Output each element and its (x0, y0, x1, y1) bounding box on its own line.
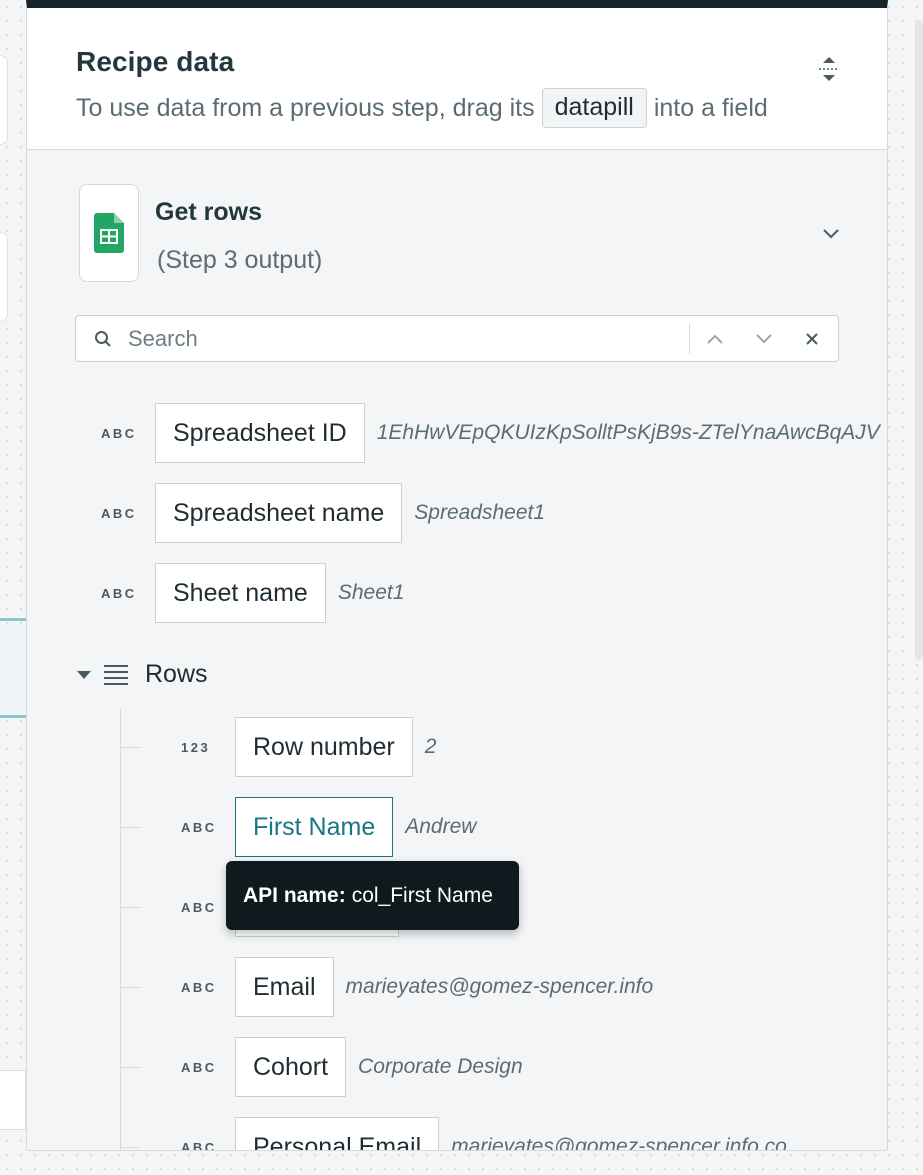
close-icon[interactable] (790, 316, 834, 361)
datapill-search (75, 315, 839, 362)
sample-value: Andrew (405, 815, 477, 838)
datapill-row: ABC Email marieyates@gomez-spencer.info (181, 957, 653, 1017)
datapill-sheet-name[interactable]: Sheet name (155, 563, 326, 623)
sample-value: 1EhHwVEpQKUIzKpSolltPsKjB9s-ZTelYnaAwcBq… (376, 421, 880, 444)
list-icon (103, 663, 129, 685)
type-label: ABC (181, 979, 217, 995)
panel-header: Recipe data To use data from a previous … (27, 8, 887, 150)
datapill-row: ABC First Name Andrew (181, 797, 476, 857)
canvas-scrollbar[interactable] (915, 20, 923, 660)
step-output-header[interactable]: Get rows (Step 3 output) (79, 184, 841, 284)
type-label: ABC (101, 585, 137, 601)
datapill-row: ABC Spreadsheet name Spreadsheet1 (101, 483, 545, 543)
sample-value: 2 (424, 735, 437, 758)
tree-guide-line (120, 708, 121, 1150)
datapill-spreadsheet-name[interactable]: Spreadsheet name (155, 483, 403, 543)
datapill-row-number[interactable]: Row number (235, 717, 413, 777)
tree-guide-tick (120, 1147, 140, 1148)
datapill-personal-email[interactable]: Personal Email (235, 1117, 440, 1150)
datapill-row: ABC Spreadsheet ID 1EhHwVEpQKUIzKpSolltP… (101, 403, 880, 463)
datapill-row: ABC Sheet name Sheet1 (101, 563, 404, 623)
rows-group-label: Rows (145, 659, 208, 688)
tooltip-key: API name: (243, 883, 346, 907)
datapill-row: ABC Cohort Corporate Design (181, 1037, 523, 1097)
chevron-down-icon[interactable] (742, 316, 786, 361)
sample-value: marieyates@gomez-spencer.info (345, 975, 654, 998)
sample-value: marieyates@gomez-spencer.info.co (451, 1135, 787, 1151)
datapill-row: ABC Personal Email marieyates@gomez-spen… (181, 1117, 787, 1151)
step-subtitle: (Step 3 output) (157, 246, 323, 274)
chevron-down-icon[interactable] (821, 226, 841, 240)
api-name-tooltip: API name: col_First Name (226, 861, 519, 930)
subtitle-text: To use data from a previous step, drag i… (76, 93, 535, 122)
datapill-cohort[interactable]: Cohort (235, 1037, 347, 1097)
tree-guide-tick (120, 987, 140, 988)
datapill-email[interactable]: Email (235, 957, 334, 1017)
tree-guide-tick (120, 1067, 140, 1068)
type-label: ABC (181, 1139, 217, 1151)
sample-value: Spreadsheet1 (414, 501, 546, 524)
canvas-node-fragment (0, 232, 8, 322)
type-label: ABC (181, 1059, 217, 1075)
subtitle-text: into a field (653, 93, 768, 122)
collapse-expand-icon[interactable] (817, 54, 841, 84)
chevron-up-icon[interactable] (693, 316, 737, 361)
canvas-node-fragment (0, 625, 26, 717)
step-title: Get rows (155, 198, 262, 226)
datapill-row: 123 Row number 2 (181, 717, 436, 777)
sample-value: Sheet1 (337, 581, 405, 604)
type-label: 123 (181, 739, 211, 755)
search-icon (94, 330, 112, 348)
tooltip-value: col_First Name (351, 883, 493, 907)
type-label: ABC (181, 819, 217, 835)
canvas-connector (0, 618, 26, 621)
search-input[interactable] (128, 316, 688, 361)
type-label: ABC (101, 425, 137, 441)
rows-group-header[interactable]: Rows (75, 648, 208, 700)
datapill-first-name[interactable]: First Name (235, 797, 394, 857)
recipe-data-panel: Recipe data To use data from a previous … (26, 0, 888, 1151)
datapill-chip: datapill (541, 88, 647, 128)
sample-value: Corporate Design (358, 1055, 523, 1078)
panel-title: Recipe data (76, 46, 235, 77)
tree-guide-tick (120, 747, 140, 748)
caret-down-icon[interactable] (75, 668, 93, 680)
panel-subtitle: To use data from a previous step, drag i… (76, 88, 887, 128)
tree-guide-tick (120, 827, 140, 828)
canvas-node-fragment (0, 1070, 26, 1130)
datapill-spreadsheet-id[interactable]: Spreadsheet ID (155, 403, 365, 463)
tree-guide-tick (120, 907, 140, 908)
type-label: ABC (101, 505, 137, 521)
google-sheets-icon (79, 184, 139, 282)
canvas-connector (0, 715, 26, 718)
search-divider (689, 324, 690, 354)
canvas-node-fragment (0, 55, 8, 145)
